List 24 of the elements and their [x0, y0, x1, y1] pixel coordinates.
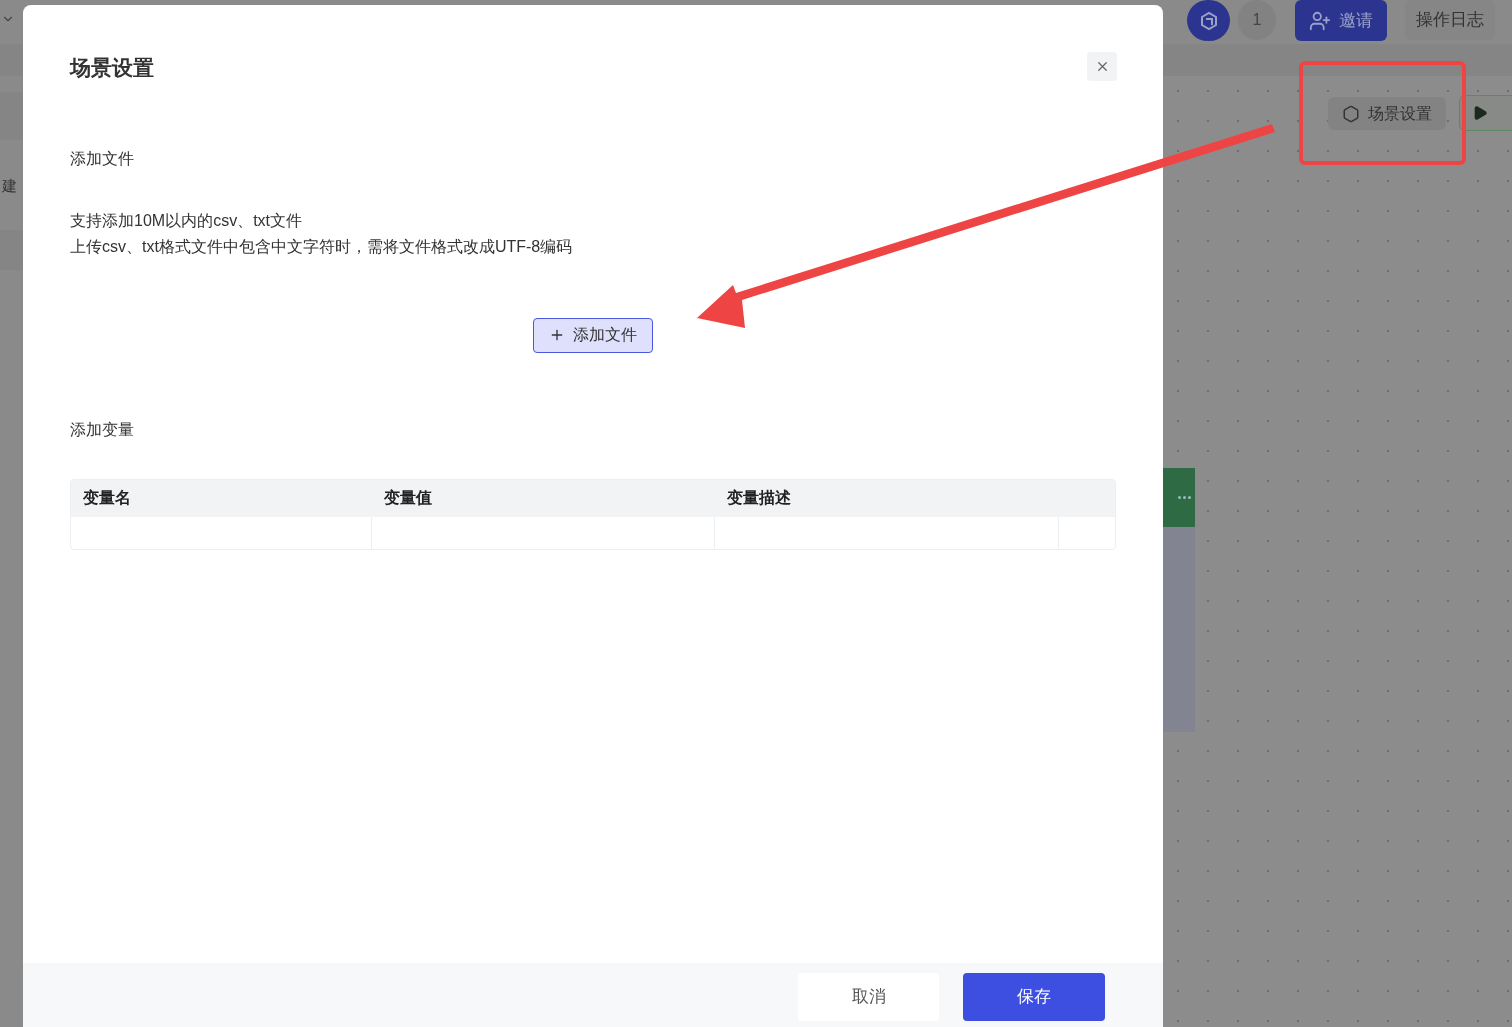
invite-button[interactable]: 邀请	[1295, 0, 1387, 41]
add-file-button[interactable]: 添加文件	[533, 317, 653, 353]
settings-icon	[1342, 104, 1360, 123]
save-button[interactable]: 保存	[963, 972, 1105, 1021]
dialog-title: 场景设置	[70, 55, 154, 81]
section-heading: 添加文件	[70, 148, 135, 169]
section-heading: 添加变量	[70, 419, 135, 440]
note-text: 支持添加10M以内的csv、txt文件	[70, 210, 303, 231]
play-icon	[1472, 105, 1488, 121]
logo-icon	[1187, 0, 1230, 41]
cancel-button[interactable]: 取消	[798, 972, 939, 1021]
count-badge: 1	[1238, 0, 1276, 40]
column-header: 变量名	[82, 488, 132, 508]
sidebar-label[interactable]: 建	[2, 175, 17, 198]
column-header: 变量描述	[726, 488, 792, 508]
column-header: 变量值	[383, 488, 433, 508]
play-button[interactable]	[1459, 95, 1512, 131]
user-plus-icon	[1309, 9, 1331, 32]
close-button[interactable]	[1087, 52, 1117, 81]
log-button[interactable]: 操作日志	[1405, 0, 1495, 40]
scene-settings-button[interactable]: 场景设置	[1328, 97, 1446, 130]
note-text: 上传csv、txt格式文件中包含中文字符时，需将文件格式改成UTF-8编码	[70, 236, 574, 257]
more-icon[interactable]	[1178, 496, 1191, 499]
plus-icon	[549, 327, 565, 343]
